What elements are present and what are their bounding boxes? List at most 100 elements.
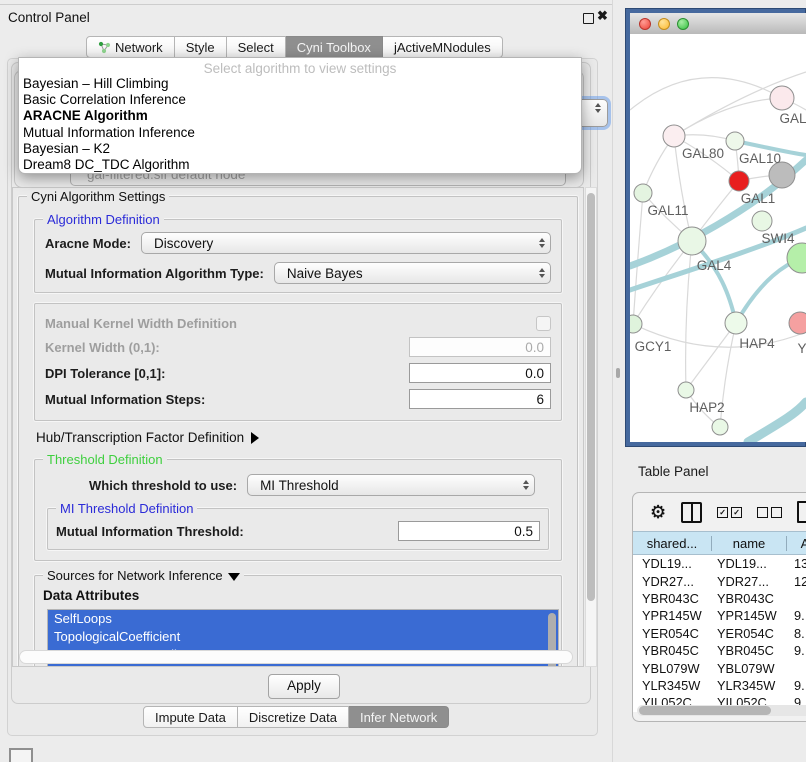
tab-style[interactable]: Style [175,36,227,58]
network-node-y-node[interactable] [789,312,806,334]
tab-cyni-toolbox[interactable]: Cyni Toolbox [286,36,383,58]
tab-discretize-data[interactable]: Discretize Data [238,706,349,728]
select-all-checkboxes-icon[interactable]: ✓✓ [717,507,742,518]
network-node-hap4[interactable] [725,312,747,334]
aracne-mode-combobox[interactable]: Discovery [141,232,551,254]
table-cell: YDL19... [633,556,712,571]
mi-algorithm-type-label: Mutual Information Algorithm Type: [45,266,264,281]
panel-divider[interactable] [612,0,613,762]
network-node-label-swi4: SWI4 [761,231,794,246]
network-node-gcy1[interactable] [630,315,642,333]
network-node-label-gal10: GAL10 [739,151,781,166]
close-icon[interactable]: ✖ [597,8,608,24]
network-node-hap2[interactable] [678,382,694,398]
table-cell: YBR045C [633,643,712,658]
network-canvas[interactable]: GALGAL80GAL10GAL1GAL11SWI4GAL4HAP4YGCY1H… [630,34,806,442]
table-row[interactable]: YDR27...YDR27...12 [633,572,806,589]
column-header-clipped[interactable]: A [787,536,806,551]
table-body: YDL19...YDL19...13YDR27...YDR27...12YBR0… [633,555,806,712]
network-node-gal4[interactable] [678,227,706,255]
kernel-width-field[interactable] [409,337,551,357]
tab-network-label: Network [115,40,163,55]
attribute-item-selfloops[interactable]: SelfLoops [48,610,558,628]
sources-title[interactable]: Sources for Network Inference [43,568,244,583]
split-handle[interactable] [616,368,620,378]
cyni-algorithm-settings-group: Cyni Algorithm Settings Algorithm Defini… [18,196,578,667]
table-cell: YPR145W [712,608,787,623]
dropdown-item-basic-correlation-inference[interactable]: Basic Correlation Inference [19,92,581,108]
aracne-mode-value: Discovery [142,236,534,251]
column-header-name[interactable]: name [712,536,787,551]
minimized-panel-icon[interactable] [9,748,33,762]
network-node-gal-top[interactable] [770,86,794,110]
dropdown-item-mutual-information-inference[interactable]: Mutual Information Inference [19,125,581,141]
dropdown-item-aracne-algorithm[interactable]: ARACNE Algorithm [19,108,581,124]
tab-style-label: Style [186,40,215,55]
tab-network[interactable]: Network [86,36,175,58]
deselect-checkboxes-icon[interactable] [757,507,782,518]
control-panel-title: Control Panel [8,10,90,25]
scrollbar-thumb[interactable] [587,193,595,601]
table-cell: YBR045C [712,643,787,658]
minimize-traffic-light-icon[interactable] [658,18,670,30]
float-window-icon[interactable] [583,13,594,24]
close-traffic-light-icon[interactable] [639,18,651,30]
gear-icon[interactable]: ⚙ [650,503,666,521]
table-row[interactable]: YBL079WYBL079W [633,659,806,676]
network-edge [630,78,782,110]
manual-kernel-width-checkbox[interactable] [536,316,551,331]
network-node-gal11[interactable] [634,184,652,202]
network-node-gal1[interactable] [729,171,749,191]
table-cell: YPR145W [633,608,712,623]
network-node-gal80[interactable] [663,125,685,147]
table-cell: YER054C [633,626,712,641]
tab-jactivemnodules[interactable]: jActiveMNodules [383,36,503,58]
attribute-item-gal4rgexp[interactable]: gal4RGexp [48,664,558,667]
network-node-swi4[interactable] [752,211,772,231]
tab-impute-data[interactable]: Impute Data [143,706,238,728]
which-threshold-label: Which threshold to use: [89,478,237,493]
network-window-titlebar[interactable] [630,13,806,34]
table-cell: YBR043C [633,591,712,606]
hub-definition-expander[interactable]: Hub/Transcription Factor Definition [36,430,568,445]
algorithm-dropdown-popup: Select algorithm to view settings Bayesi… [18,57,582,174]
algorithm-definition-title: Algorithm Definition [43,212,164,227]
column-header-shared-name[interactable]: shared... [633,536,712,551]
zoom-traffic-light-icon[interactable] [677,18,689,30]
table-row[interactable]: YBR043CYBR043C [633,590,806,607]
scrollbar-thumb[interactable] [639,706,771,715]
tab-infer-network[interactable]: Infer Network [349,706,449,728]
table-panel-title: Table Panel [638,464,709,479]
stepper-arrows-icon [534,238,550,248]
settings-horizontal-scrollbar[interactable] [19,650,573,664]
network-node-gal10[interactable] [726,132,744,150]
table-horizontal-scrollbar[interactable] [637,705,806,716]
network-node-bottom-node[interactable] [712,419,728,435]
columns-icon[interactable] [681,502,702,523]
dropdown-item-bayesian-hill-climbing[interactable]: Bayesian – Hill Climbing [19,76,581,92]
table-row[interactable]: YDL19...YDL19...13 [633,555,806,572]
mi-steps-field[interactable] [409,389,551,409]
network-edge-highlighted [748,402,806,442]
table-header[interactable]: shared... name A [633,531,806,555]
table-row[interactable]: YLR345WYLR345W9. [633,677,806,694]
tab-infer-network-label: Infer Network [360,710,437,725]
dpi-tolerance-field[interactable] [409,363,551,383]
mi-threshold-field[interactable] [398,521,540,541]
cp-tab-bar: Network Style Select Cyni ToolboxjActiveMNo… [86,36,503,58]
mi-algorithm-type-combobox[interactable]: Naive Bayes [274,262,551,284]
table-row[interactable]: YER054CYER054C8. [633,625,806,642]
table-panel-window: ⚙ ✓✓ shared... name A YDL19...YDL19...13… [632,492,806,722]
tab-select[interactable]: Select [227,36,286,58]
table-row[interactable]: YBR045CYBR045C9. [633,642,806,659]
settings-vertical-scrollbar[interactable] [585,187,597,667]
attribute-item-topologicalcoefficient[interactable]: TopologicalCoefficient [48,628,558,646]
dropdown-item-dream8-dc-tdc-algorithm[interactable]: Dream8 DC_TDC Algorithm [19,157,581,173]
tab-select-label: Select [238,40,274,55]
network-node-green-right[interactable] [787,243,806,273]
table-row[interactable]: YPR145WYPR145W9. [633,607,806,624]
document-icon[interactable] [797,501,806,523]
which-threshold-combobox[interactable]: MI Threshold [247,474,535,496]
apply-button[interactable]: Apply [268,674,340,699]
dropdown-item-bayesian-k2[interactable]: Bayesian – K2 [19,141,581,157]
